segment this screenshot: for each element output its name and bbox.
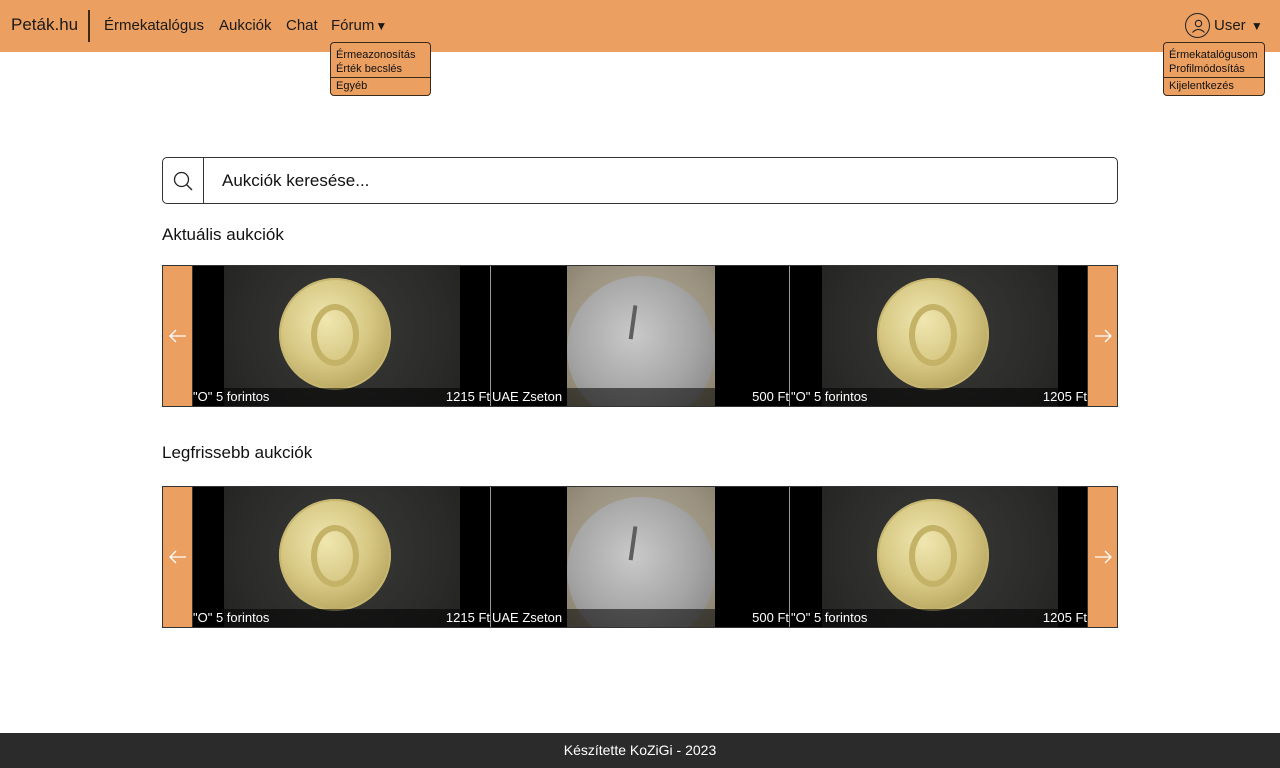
search-input[interactable] [205, 158, 1115, 203]
search-icon [173, 171, 193, 190]
coin-photo [567, 487, 715, 627]
search-button[interactable] [163, 158, 204, 203]
card-caption: "O" 5 forintos 1215 Ft [193, 609, 490, 627]
footer: Készítette KoZiGi - 2023 [0, 733, 1280, 768]
search-bar [162, 157, 1118, 204]
arrow-right-icon [1094, 550, 1112, 564]
arrow-left-icon [168, 550, 186, 564]
caret-down-icon: ▼ [1250, 19, 1263, 33]
caret-down-icon: ▼ [375, 19, 388, 33]
nav-link-auctions[interactable]: Aukciók [219, 17, 272, 34]
auction-card[interactable]: UAE Zseton 500 Ft [492, 266, 790, 406]
forum-item-valuation[interactable]: Érték becslés [336, 62, 425, 76]
card-price: 1215 Ft [445, 610, 490, 625]
user-item-logout[interactable]: Kijelentkezés [1169, 79, 1259, 93]
card-title: "O" 5 forintos [193, 610, 270, 625]
user-icon[interactable] [1185, 13, 1210, 38]
user-dropdown-group: Kijelentkezés [1164, 77, 1264, 95]
forum-dropdown-group: Egyéb [331, 77, 430, 95]
coin-photo [567, 266, 715, 406]
forum-label: Fórum [331, 17, 375, 34]
section-title-latest: Legfrissebb aukciók [162, 443, 313, 462]
coin-photo [224, 487, 460, 627]
auction-card[interactable]: UAE Zseton 500 Ft [492, 487, 790, 627]
card-title: UAE Zseton [492, 389, 563, 404]
card-title: UAE Zseton [492, 610, 563, 625]
card-caption: UAE Zseton 500 Ft [492, 388, 789, 406]
auction-card[interactable]: "O" 5 forintos 1215 Ft [193, 266, 491, 406]
card-title: "O" 5 forintos [791, 610, 868, 625]
user-menu-toggle[interactable]: User ▼ [1214, 17, 1263, 34]
arrow-right-icon [1094, 329, 1112, 343]
section-title-current: Aktuális aukciók [162, 225, 284, 244]
user-dropdown: Érmekatalógusom Profilmódosítás Kijelent… [1163, 42, 1265, 96]
carousel-next-button[interactable] [1087, 266, 1117, 406]
card-price: 1205 Ft [1042, 610, 1087, 625]
user-item-my-catalog[interactable]: Érmekatalógusom [1169, 48, 1259, 62]
coin-image [279, 499, 391, 611]
coin-photo [822, 266, 1058, 406]
navbar: Peták.hu Érmekatalógus Aukciók Chat Fóru… [0, 0, 1280, 52]
coin-image [567, 276, 715, 406]
auction-card[interactable]: "O" 5 forintos 1205 Ft [791, 266, 1087, 406]
auction-card[interactable]: "O" 5 forintos 1215 Ft [193, 487, 491, 627]
user-dropdown-group: Érmekatalógusom Profilmódosítás [1164, 43, 1264, 77]
card-caption: "O" 5 forintos 1205 Ft [791, 388, 1087, 406]
arrow-left-icon [168, 329, 186, 343]
coin-image [877, 278, 989, 390]
footer-text: Készítette KoZiGi - 2023 [563, 742, 717, 758]
carousel-current-auctions: "O" 5 forintos 1215 Ft UAE Zseton 500 Ft… [162, 265, 1118, 407]
coin-image [279, 278, 391, 390]
card-price: 1205 Ft [1042, 389, 1087, 404]
card-price: 1215 Ft [445, 389, 490, 404]
carousel-prev-button[interactable] [163, 487, 193, 627]
card-caption: UAE Zseton 500 Ft [492, 609, 789, 627]
card-title: "O" 5 forintos [193, 389, 270, 404]
coin-photo [822, 487, 1058, 627]
carousel-next-button[interactable] [1087, 487, 1117, 627]
nav-link-chat[interactable]: Chat [286, 17, 318, 34]
forum-item-other[interactable]: Egyéb [336, 79, 425, 93]
forum-dropdown-group: Érmeazonosítás Érték becslés [331, 43, 430, 77]
card-price: 500 Ft [752, 610, 789, 625]
carousel-latest-auctions: "O" 5 forintos 1215 Ft UAE Zseton 500 Ft… [162, 486, 1118, 628]
coin-image [567, 497, 715, 627]
nav-link-forum[interactable]: Fórum▼ [331, 17, 387, 34]
card-title: "O" 5 forintos [791, 389, 868, 404]
forum-item-identify[interactable]: Érmeazonosítás [336, 48, 425, 62]
coin-image [877, 499, 989, 611]
user-label: User [1214, 17, 1246, 34]
forum-dropdown: Érmeazonosítás Érték becslés Egyéb [330, 42, 431, 96]
coin-photo [224, 266, 460, 406]
card-price: 500 Ft [752, 389, 789, 404]
carousel-prev-button[interactable] [163, 266, 193, 406]
brand-logo[interactable]: Peták.hu [11, 15, 78, 35]
nav-link-catalog[interactable]: Érmekatalógus [104, 17, 204, 34]
user-item-profile-edit[interactable]: Profilmódosítás [1169, 62, 1259, 76]
brand-divider [88, 10, 90, 42]
auction-card[interactable]: "O" 5 forintos 1205 Ft [791, 487, 1087, 627]
card-caption: "O" 5 forintos 1215 Ft [193, 388, 490, 406]
card-caption: "O" 5 forintos 1205 Ft [791, 609, 1087, 627]
